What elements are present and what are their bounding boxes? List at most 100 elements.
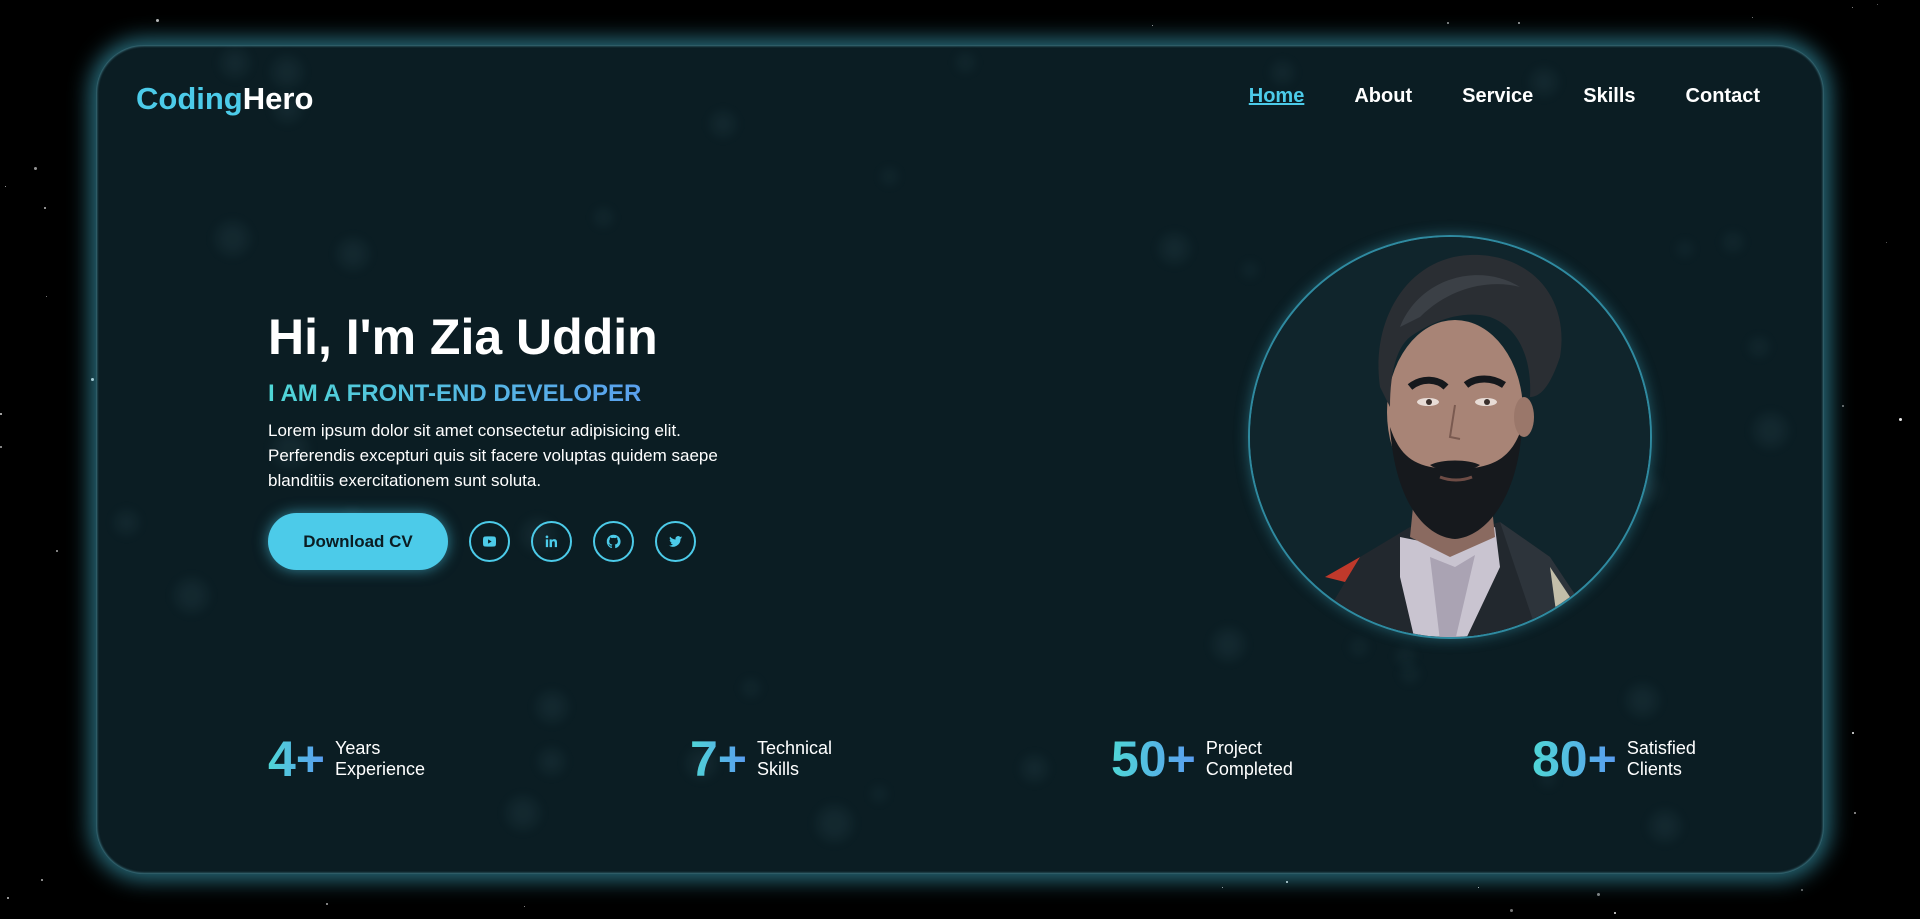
- star: [1510, 909, 1513, 912]
- avatar-illustration: [1250, 237, 1650, 637]
- stat-label-line1: Years: [335, 738, 381, 758]
- bokeh-dot: [1678, 242, 1692, 256]
- bokeh-dot: [537, 692, 567, 722]
- star: [1854, 812, 1856, 814]
- stat-item: 80+ Satisfied Clients: [1532, 730, 1696, 788]
- star: [1614, 912, 1616, 914]
- star: [56, 550, 58, 552]
- star: [34, 167, 37, 170]
- hero-title: Hi, I'm Zia Uddin: [268, 309, 658, 365]
- bokeh-dot: [817, 806, 852, 841]
- bokeh-dot: [1724, 233, 1742, 251]
- stat-number: 4+: [268, 731, 326, 787]
- star: [1899, 418, 1902, 421]
- nav-skills[interactable]: Skills: [1583, 85, 1635, 108]
- star: [1842, 405, 1844, 407]
- nav-home[interactable]: Home: [1249, 85, 1305, 108]
- star: [1518, 22, 1520, 24]
- bokeh-dot: [1650, 811, 1680, 841]
- logo[interactable]: CodingHero: [136, 81, 313, 117]
- stat-label-line1: Project: [1205, 738, 1262, 758]
- nav-contact[interactable]: Contact: [1686, 85, 1760, 108]
- star: [326, 903, 328, 905]
- stat-number: 7+: [690, 731, 748, 787]
- bokeh-dot: [882, 169, 897, 184]
- bokeh-dot: [175, 579, 208, 612]
- bokeh-dot: [1397, 648, 1414, 665]
- star: [5, 186, 6, 187]
- bokeh-dot: [338, 239, 368, 269]
- star: [1852, 732, 1854, 734]
- bokeh-dot: [1627, 685, 1658, 716]
- star: [46, 296, 47, 297]
- star: [41, 879, 43, 881]
- star: [1852, 7, 1853, 8]
- star: [91, 378, 94, 381]
- star: [1752, 17, 1753, 18]
- star: [1447, 22, 1449, 24]
- bokeh-dot: [1243, 263, 1257, 277]
- star: [7, 897, 9, 899]
- nav-service[interactable]: Service: [1462, 85, 1533, 108]
- bokeh-dot: [743, 680, 759, 696]
- stat-label-line2: Completed: [1205, 759, 1293, 779]
- github-icon[interactable]: [593, 521, 634, 562]
- hero-description: Lorem ipsum dolor sit amet consectetur a…: [268, 421, 718, 490]
- star: [1286, 881, 1288, 883]
- linkedin-icon[interactable]: [531, 521, 572, 562]
- star: [1801, 889, 1803, 891]
- star: [1478, 887, 1479, 888]
- bokeh-dot: [711, 112, 735, 136]
- stat-label: Satisfied Clients: [1627, 738, 1696, 780]
- star: [1152, 25, 1153, 26]
- star: [44, 207, 46, 209]
- youtube-icon[interactable]: [469, 521, 510, 562]
- bokeh-dot: [221, 49, 249, 77]
- bokeh-dot: [1754, 414, 1787, 447]
- bokeh-dot: [115, 511, 138, 534]
- stat-item: 7+ Technical Skills: [690, 730, 832, 788]
- hero-card: CodingHero Home About Service Skills Con…: [96, 45, 1824, 874]
- stat-item: 4+ Years Experience: [268, 730, 425, 788]
- stat-label: Project Completed: [1206, 738, 1293, 780]
- bokeh-dot: [1750, 338, 1768, 356]
- bokeh-dot: [1272, 62, 1293, 83]
- main-nav: Home About Service Skills Contact: [1249, 85, 1760, 108]
- bokeh-dot: [595, 209, 612, 226]
- twitter-icon[interactable]: [655, 521, 696, 562]
- bokeh-dot: [1402, 666, 1418, 682]
- stat-number: 50+: [1111, 731, 1196, 787]
- hero-text: Hi, I'm Zia Uddin I AM A FRONT-END DEVEL…: [268, 308, 728, 570]
- bokeh-dot: [507, 797, 539, 829]
- stat-label-line2: Skills: [757, 759, 800, 779]
- bokeh-dot: [957, 54, 974, 71]
- bokeh-dot: [1351, 639, 1367, 655]
- stats-row: 4+ Years Experience 7+ Technical Skills 50…: [268, 730, 1698, 790]
- hero-subtitle: I AM A FRONT-END DEVELOPER: [268, 380, 642, 407]
- star: [0, 413, 2, 415]
- star: [156, 19, 159, 22]
- stat-label-line2: Clients: [1626, 759, 1682, 779]
- logo-part-2: Hero: [242, 81, 314, 116]
- logo-part-1: Coding: [136, 81, 243, 116]
- avatar: [1248, 235, 1652, 639]
- bokeh-dot: [1213, 629, 1244, 660]
- stat-label: Years Experience: [335, 738, 425, 780]
- star: [1877, 4, 1878, 5]
- stat-label: Technical Skills: [757, 738, 832, 780]
- download-cv-button[interactable]: Download CV: [268, 513, 448, 570]
- star: [1886, 242, 1887, 243]
- star: [524, 906, 525, 907]
- bokeh-dot: [1160, 234, 1189, 263]
- stat-label-line1: Technical: [757, 738, 833, 758]
- star: [1597, 893, 1600, 896]
- star: [0, 446, 2, 448]
- bokeh-dot: [216, 222, 249, 255]
- nav-about[interactable]: About: [1354, 85, 1412, 108]
- stat-label-line2: Experience: [335, 759, 426, 779]
- stat-label-line1: Satisfied: [1626, 738, 1696, 758]
- stat-number: 80+: [1532, 731, 1617, 787]
- star: [1222, 887, 1223, 888]
- hero-actions: Download CV: [268, 513, 728, 570]
- stat-item: 50+ Project Completed: [1111, 730, 1293, 788]
